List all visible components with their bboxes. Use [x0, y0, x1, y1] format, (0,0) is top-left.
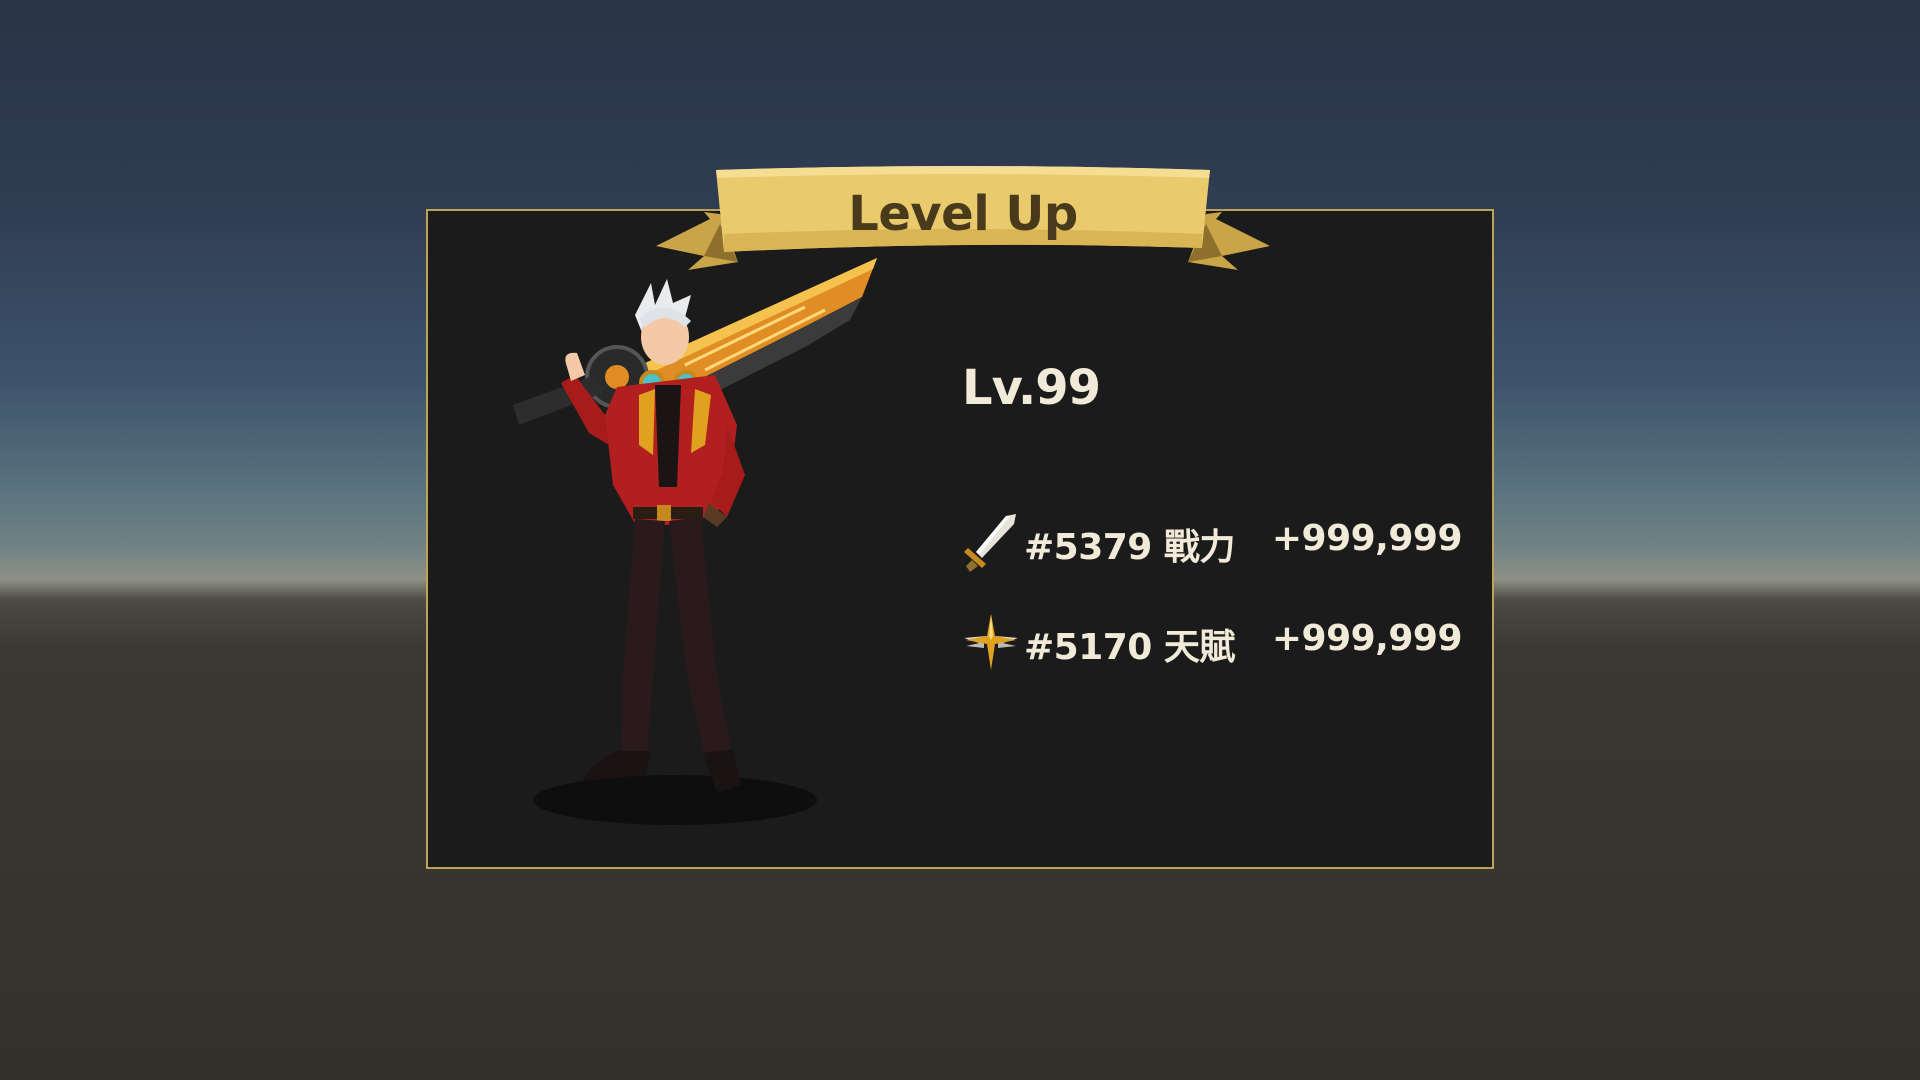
- stat-label-power: #5379 戰力: [1024, 527, 1235, 568]
- dialog-title: Level Up: [848, 186, 1078, 242]
- winged-star-icon: [964, 614, 1018, 670]
- stat-value-talent: +999,999: [1271, 618, 1463, 659]
- level-label: Lv.99: [962, 360, 1101, 416]
- stat-value-power: +999,999: [1271, 518, 1463, 559]
- stat-row-power: #5379 戰力 +999,999: [962, 512, 1463, 572]
- hero-character-art: [513, 258, 877, 825]
- stat-row-talent: #5170 天賦 +999,999: [962, 612, 1463, 672]
- game-scene: Level Up Lv.99 #5379 戰力 +999,999 #5170 天…: [0, 0, 1920, 1080]
- stat-label-talent: #5170 天賦: [1024, 627, 1235, 668]
- sword-icon: [964, 514, 1016, 572]
